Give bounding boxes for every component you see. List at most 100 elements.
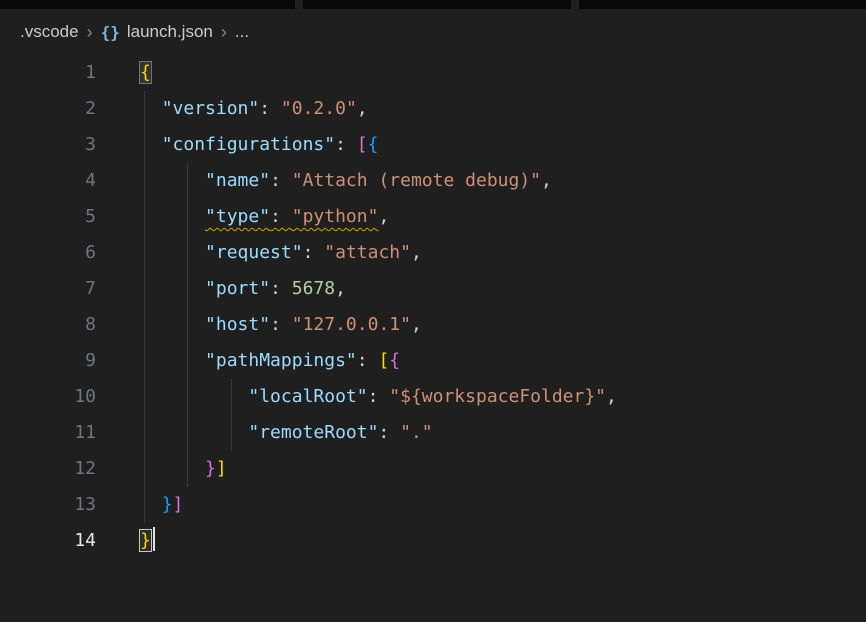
- token: :: [270, 314, 292, 335]
- line-number[interactable]: 3: [0, 127, 96, 163]
- line-number[interactable]: 10: [0, 379, 96, 415]
- line-number[interactable]: 4: [0, 163, 96, 199]
- json-key: "configurations": [162, 134, 335, 155]
- code-line[interactable]: 4 "name": "Attach (remote debug)",: [0, 163, 866, 199]
- token: ,: [606, 386, 617, 407]
- token: ,: [335, 278, 346, 299]
- json-key: "port": [205, 278, 270, 299]
- indent-guide: [187, 163, 188, 487]
- token: }: [140, 530, 151, 551]
- token: [140, 206, 205, 227]
- breadcrumb-file[interactable]: launch.json: [127, 22, 213, 42]
- code-text: "type": "python",: [140, 199, 389, 235]
- tab-divider: [295, 0, 303, 9]
- code-text: }: [140, 523, 155, 559]
- line-number[interactable]: 5: [0, 199, 96, 235]
- code-lines: 1{2 "version": "0.2.0",3 "configurations…: [0, 55, 866, 559]
- json-key: "name": [205, 170, 270, 191]
- editor[interactable]: 1{2 "version": "0.2.0",3 "configurations…: [0, 55, 866, 559]
- line-number[interactable]: 1: [0, 55, 96, 91]
- code-line[interactable]: 13 }]: [0, 487, 866, 523]
- token: [140, 314, 205, 335]
- token: :: [270, 206, 292, 227]
- token: ,: [357, 98, 368, 119]
- code-text: "version": "0.2.0",: [140, 91, 368, 127]
- token: }: [205, 458, 216, 479]
- code-line[interactable]: 7 "port": 5678,: [0, 271, 866, 307]
- line-number[interactable]: 7: [0, 271, 96, 307]
- json-key: "request": [205, 242, 303, 263]
- token: ,: [541, 170, 552, 191]
- code-text: {: [140, 55, 151, 91]
- json-key: "host": [205, 314, 270, 335]
- token: :: [378, 422, 400, 443]
- json-string: ".": [400, 422, 433, 443]
- token: [140, 386, 248, 407]
- code-text: "request": "attach",: [140, 235, 422, 271]
- token: }: [162, 494, 173, 515]
- json-key: "localRoot": [248, 386, 367, 407]
- code-line[interactable]: 2 "version": "0.2.0",: [0, 91, 866, 127]
- token: [: [378, 350, 389, 371]
- token: [140, 278, 205, 299]
- token: ,: [411, 242, 422, 263]
- token: :: [270, 278, 292, 299]
- code-line[interactable]: 10 "localRoot": "${workspaceFolder}",: [0, 379, 866, 415]
- json-number: 5678: [292, 278, 335, 299]
- chevron-right-icon: ›: [220, 22, 228, 43]
- code-line[interactable]: 8 "host": "127.0.0.1",: [0, 307, 866, 343]
- json-string: "127.0.0.1": [292, 314, 411, 335]
- token: {: [368, 134, 379, 155]
- indent-guide: [144, 91, 145, 523]
- breadcrumb: .vscode › {} launch.json › ...: [0, 9, 866, 55]
- code-line[interactable]: 12 }]: [0, 451, 866, 487]
- token: [: [357, 134, 368, 155]
- code-line[interactable]: 14}: [0, 523, 866, 559]
- chevron-right-icon: ›: [86, 22, 94, 43]
- token: [140, 350, 205, 371]
- indent-guide: [231, 379, 232, 451]
- token: [140, 170, 205, 191]
- tab-bar-segment: [579, 0, 866, 9]
- tab-strip: [0, 0, 866, 9]
- token: :: [270, 170, 292, 191]
- token: :: [303, 242, 325, 263]
- code-line[interactable]: 6 "request": "attach",: [0, 235, 866, 271]
- code-text: }]: [140, 487, 183, 523]
- json-key: "remoteRoot": [248, 422, 378, 443]
- token: [140, 422, 248, 443]
- token: {: [389, 350, 400, 371]
- code-text: "port": 5678,: [140, 271, 346, 307]
- token: ,: [411, 314, 422, 335]
- code-line[interactable]: 11 "remoteRoot": ".": [0, 415, 866, 451]
- token: [140, 242, 205, 263]
- tab-bar-segment: [303, 0, 571, 9]
- line-number[interactable]: 9: [0, 343, 96, 379]
- vscode-window: .vscode › {} launch.json › ... 1{2 "vers…: [0, 0, 866, 559]
- code-line[interactable]: 5 "type": "python",: [0, 199, 866, 235]
- tab-divider: [571, 0, 579, 9]
- code-text: "name": "Attach (remote debug)",: [140, 163, 552, 199]
- json-string: "attach": [324, 242, 411, 263]
- token: [140, 458, 205, 479]
- json-string: "Attach (remote debug)": [292, 170, 541, 191]
- token: ,: [378, 206, 389, 227]
- token: :: [259, 98, 281, 119]
- line-number[interactable]: 13: [0, 487, 96, 523]
- line-number[interactable]: 6: [0, 235, 96, 271]
- code-line[interactable]: 3 "configurations": [{: [0, 127, 866, 163]
- code-line[interactable]: 9 "pathMappings": [{: [0, 343, 866, 379]
- line-number[interactable]: 12: [0, 451, 96, 487]
- text-cursor: [153, 527, 155, 551]
- line-number[interactable]: 2: [0, 91, 96, 127]
- line-number[interactable]: 8: [0, 307, 96, 343]
- line-number[interactable]: 11: [0, 415, 96, 451]
- token: {: [140, 62, 151, 83]
- breadcrumb-folder[interactable]: .vscode: [20, 22, 79, 42]
- line-number[interactable]: 14: [0, 523, 96, 559]
- code-line[interactable]: 1{: [0, 55, 866, 91]
- token: :: [368, 386, 390, 407]
- token: :: [357, 350, 379, 371]
- breadcrumb-symbol[interactable]: ...: [235, 22, 249, 42]
- json-string: "${workspaceFolder}": [389, 386, 606, 407]
